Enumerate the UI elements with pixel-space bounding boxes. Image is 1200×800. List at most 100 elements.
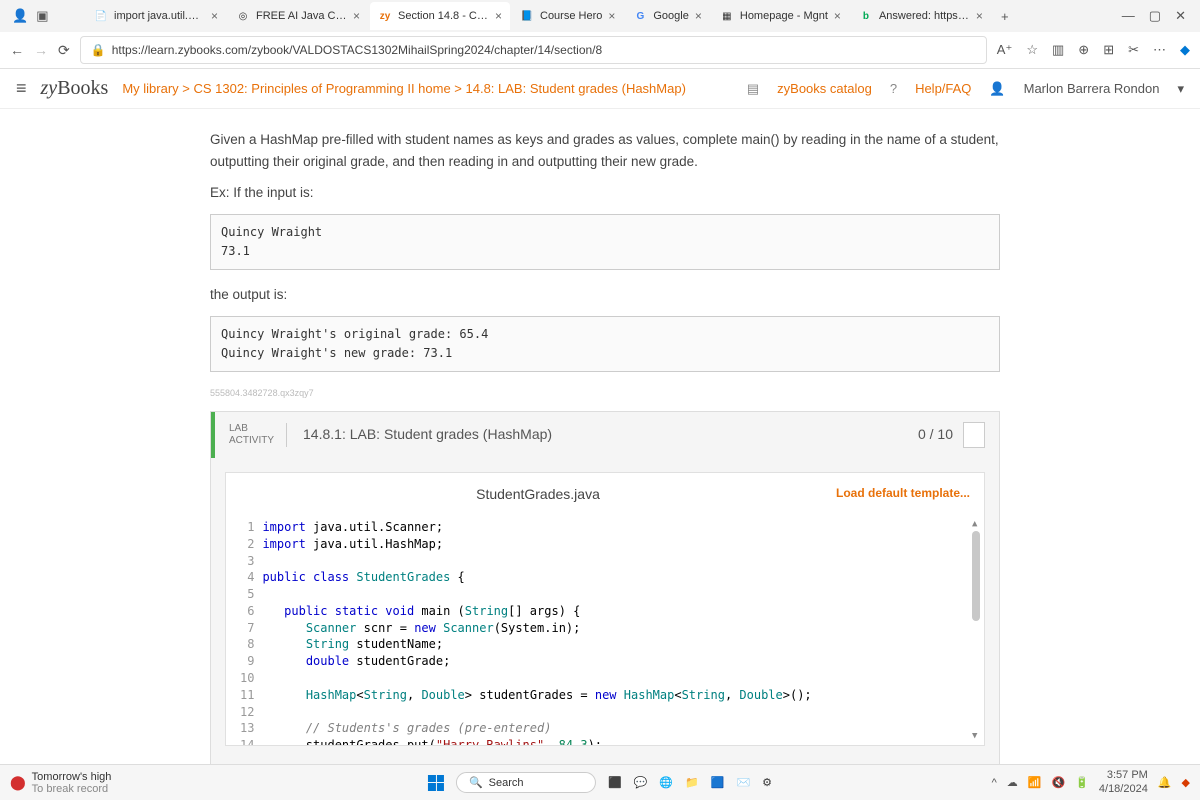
start-button[interactable] bbox=[428, 775, 444, 791]
weather-widget[interactable]: ⬤ Tomorrow's high To break record bbox=[10, 771, 111, 795]
close-window-icon[interactable]: ✕ bbox=[1175, 8, 1186, 24]
close-icon[interactable]: × bbox=[495, 9, 502, 23]
tab-2[interactable]: ◎FREE AI Java Code× bbox=[228, 2, 368, 30]
refresh-button[interactable]: ⟳ bbox=[58, 42, 70, 59]
clock[interactable]: 3:57 PM 4/18/2024 bbox=[1099, 769, 1148, 795]
workspaces-icon[interactable]: ▣ bbox=[36, 8, 48, 24]
favicon-g: G bbox=[633, 9, 647, 23]
close-icon[interactable]: × bbox=[353, 9, 360, 23]
weather-line2: To break record bbox=[32, 783, 112, 795]
zy-logo[interactable]: zyBooks bbox=[41, 77, 109, 100]
minimize-icon[interactable]: — bbox=[1122, 8, 1135, 24]
chevron-down-icon[interactable]: ▾ bbox=[1177, 81, 1184, 97]
notifications-icon[interactable]: 🔔 bbox=[1158, 776, 1172, 789]
editor-wrap: StudentGrades.java Load default template… bbox=[225, 472, 985, 746]
weather-line1: Tomorrow's high bbox=[32, 771, 112, 783]
task-app-2[interactable]: 💬 bbox=[634, 776, 648, 789]
favicon-2: ◎ bbox=[236, 9, 250, 23]
close-icon[interactable]: × bbox=[976, 9, 983, 23]
copilot-icon[interactable]: ◆ bbox=[1180, 42, 1190, 58]
collections-icon[interactable]: ⊕ bbox=[1078, 42, 1089, 58]
split-icon[interactable]: ▥ bbox=[1052, 42, 1064, 58]
filename: StudentGrades.java bbox=[240, 483, 836, 505]
tab-bar: 👤 ▣ 📄 import java.util.Scan × ◎FREE AI Jav… bbox=[0, 0, 1200, 32]
scroll-down-icon[interactable]: ▼ bbox=[972, 729, 977, 743]
time-text: 3:57 PM bbox=[1099, 769, 1148, 782]
load-template-link[interactable]: Load default template... bbox=[836, 484, 970, 503]
task-app-5[interactable]: 🟦 bbox=[711, 776, 725, 789]
profile-icon[interactable]: 👤 bbox=[12, 8, 28, 24]
browser-chrome: 👤 ▣ 📄 import java.util.Scan × ◎FREE AI Jav… bbox=[0, 0, 1200, 69]
help-link[interactable]: Help/FAQ bbox=[915, 81, 971, 96]
tray-battery-icon[interactable]: 🔋 bbox=[1075, 776, 1089, 789]
tab-7[interactable]: bAnswered: https://le× bbox=[851, 2, 991, 30]
close-icon[interactable]: × bbox=[211, 9, 218, 23]
task-right: ^ ☁ 📶 🔇 🔋 3:57 PM 4/18/2024 🔔 ◆ bbox=[992, 769, 1190, 795]
task-app-1[interactable]: ⬛ bbox=[608, 776, 622, 789]
help-icon: ? bbox=[890, 81, 897, 96]
tab-title: import java.util.Scan bbox=[114, 10, 205, 22]
lab-badge-1: LAB bbox=[229, 423, 274, 435]
window-controls: — ▢ ✕ bbox=[1122, 8, 1196, 24]
content: Given a HashMap pre-filled with student … bbox=[0, 109, 1200, 765]
catalog-link[interactable]: zyBooks catalog bbox=[777, 81, 872, 96]
code-text[interactable]: import java.util.Scanner; import java.ut… bbox=[262, 515, 984, 745]
tab-3-active[interactable]: zy Section 14.8 - CS 13 × bbox=[370, 2, 510, 30]
taskbar-search[interactable]: 🔍 Search bbox=[456, 772, 596, 793]
scroll-thumb[interactable] bbox=[972, 531, 980, 621]
lab-score: 0 / 10 bbox=[918, 422, 985, 448]
new-tab-button[interactable]: + bbox=[993, 9, 1017, 24]
editor-head: StudentGrades.java Load default template… bbox=[226, 473, 984, 515]
task-app-3[interactable]: 🌐 bbox=[659, 776, 673, 789]
favicon-zy: zy bbox=[378, 9, 392, 23]
lab-head: LAB ACTIVITY 14.8.1: LAB: Student grades… bbox=[211, 412, 999, 458]
maximize-icon[interactable]: ▢ bbox=[1149, 8, 1161, 24]
copilot-tray-icon[interactable]: ◆ bbox=[1182, 776, 1190, 789]
screenshot-icon[interactable]: ✂ bbox=[1128, 42, 1139, 58]
back-button[interactable]: ← bbox=[10, 42, 24, 58]
tab-title: Section 14.8 - CS 13 bbox=[398, 10, 489, 22]
tab-1[interactable]: 📄 import java.util.Scan × bbox=[86, 2, 226, 30]
scroll-up-icon[interactable]: ▲ bbox=[972, 517, 977, 531]
menu-icon[interactable]: ≡ bbox=[16, 78, 27, 99]
url-box[interactable]: 🔒 https://learn.zybooks.com/zybook/VALDO… bbox=[80, 36, 987, 64]
close-icon[interactable]: × bbox=[695, 9, 702, 23]
close-icon[interactable]: × bbox=[834, 9, 841, 23]
taskbar: ⬤ Tomorrow's high To break record 🔍 Sear… bbox=[0, 764, 1200, 800]
tray-volume-icon[interactable]: 🔇 bbox=[1051, 776, 1065, 789]
favorite-icon[interactable]: ☆ bbox=[1026, 42, 1038, 58]
task-center: 🔍 Search ⬛ 💬 🌐 📁 🟦 ✉️ ⚙ bbox=[428, 772, 772, 793]
code-editor[interactable]: 1234567891011121314151617 import java.ut… bbox=[226, 515, 984, 745]
tab-6[interactable]: ▦Homepage - Mgnt× bbox=[712, 2, 849, 30]
search-icon: 🔍 bbox=[469, 776, 483, 789]
problem-para3: the output is: bbox=[210, 284, 1000, 306]
search-placeholder: Search bbox=[489, 777, 524, 789]
task-app-6[interactable]: ✉️ bbox=[736, 776, 750, 789]
favicon-6: ▦ bbox=[720, 9, 734, 23]
tab-5[interactable]: GGoogle× bbox=[625, 2, 710, 30]
task-app-4[interactable]: 📁 bbox=[685, 776, 699, 789]
score-text: 0 / 10 bbox=[918, 423, 953, 445]
weather-icon: ⬤ bbox=[10, 774, 26, 791]
content-id: 555804.3482728.qx3zqy7 bbox=[210, 386, 1000, 400]
zy-header: ≡ zyBooks My library > CS 1302: Principl… bbox=[0, 69, 1200, 109]
line-gutter: 1234567891011121314151617 bbox=[226, 515, 262, 745]
read-aloud-icon[interactable]: A⁺ bbox=[997, 42, 1013, 58]
more-icon[interactable]: ⋯ bbox=[1153, 42, 1166, 58]
tray-wifi-icon[interactable]: 📶 bbox=[1028, 776, 1042, 789]
breadcrumb[interactable]: My library > CS 1302: Principles of Prog… bbox=[122, 81, 686, 96]
date-text: 4/18/2024 bbox=[1099, 783, 1148, 796]
output-example: Quincy Wraight's original grade: 65.4 Qu… bbox=[210, 316, 1000, 372]
user-name[interactable]: Marlon Barrera Rondon bbox=[1024, 81, 1160, 96]
editor-scrollbar[interactable]: ▲ ▼ bbox=[972, 519, 982, 741]
extensions-icon[interactable]: ⊞ bbox=[1103, 42, 1114, 58]
tab-4[interactable]: 📘Course Hero× bbox=[512, 2, 623, 30]
tray-chevron-icon[interactable]: ^ bbox=[992, 777, 997, 789]
tray-onedrive-icon[interactable]: ☁ bbox=[1007, 776, 1018, 789]
favicon-1: 📄 bbox=[94, 9, 108, 23]
task-app-7[interactable]: ⚙ bbox=[762, 776, 772, 789]
problem-para1: Given a HashMap pre-filled with student … bbox=[210, 129, 1000, 172]
forward-button[interactable]: → bbox=[34, 42, 48, 58]
close-icon[interactable]: × bbox=[608, 9, 615, 23]
lab-activity-box: LAB ACTIVITY 14.8.1: LAB: Student grades… bbox=[210, 411, 1000, 765]
